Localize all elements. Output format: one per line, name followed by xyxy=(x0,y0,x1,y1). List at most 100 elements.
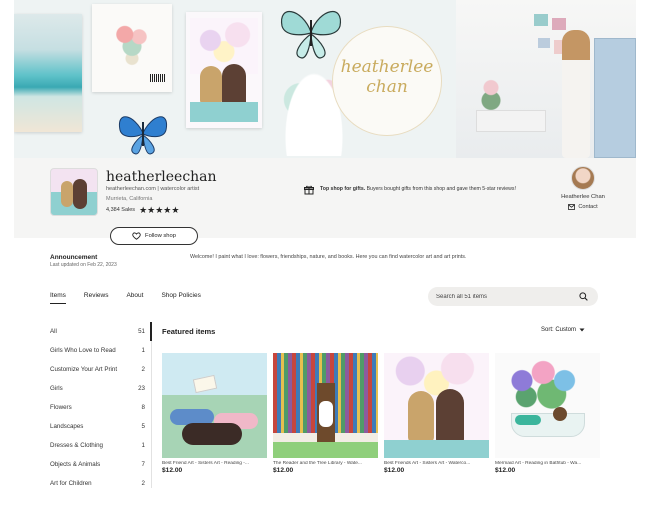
shop-avatar[interactable] xyxy=(50,168,98,216)
listing-card[interactable]: Best Friends Art - Sisters Art - Waterco… xyxy=(384,353,489,474)
reading-girl xyxy=(319,401,333,427)
search-input[interactable] xyxy=(436,293,579,300)
category-count: 1 xyxy=(141,442,145,449)
listing-image[interactable] xyxy=(162,353,267,458)
gift-icon xyxy=(304,185,314,195)
flowers-painting xyxy=(92,4,172,92)
category-art-for-children[interactable]: Art for Children 2 xyxy=(50,474,151,493)
announcement-date: Last updated on Feb 22, 2023 xyxy=(50,262,117,268)
search-icon[interactable] xyxy=(579,292,588,301)
category-count: 1 xyxy=(141,347,145,354)
listing-title[interactable]: Mermaid Art - Reading in Bathtub - Wa... xyxy=(495,461,600,466)
listing-title[interactable]: Best Friend Art - Sisters Art - Reading … xyxy=(162,461,267,466)
blue-cabinet xyxy=(594,38,636,158)
category-label: Objects & Animals xyxy=(50,461,101,468)
category-count: 2 xyxy=(141,366,145,373)
category-label: Girls xyxy=(50,385,63,392)
sisters-painting xyxy=(186,12,262,128)
sort-label: Sort: Custom xyxy=(541,327,577,333)
tab-items[interactable]: Items xyxy=(50,292,66,304)
gift-description: Buyers bought gifts from this shop and g… xyxy=(365,186,516,192)
listing-price: $12.00 xyxy=(273,467,294,474)
shop-tabs: Items Reviews About Shop Policies xyxy=(50,292,201,304)
category-label: Landscapes xyxy=(50,423,84,430)
listing-image[interactable] xyxy=(384,353,489,458)
featured-title: Featured items xyxy=(162,327,216,336)
category-label: All xyxy=(50,328,57,335)
category-girls-who-love-to-read[interactable]: Girls Who Love to Read 1 xyxy=(50,341,151,360)
shop-banner: heatherlee chan xyxy=(14,0,636,158)
shop-location: Murrieta, California xyxy=(106,196,153,202)
shop-subtitle: heatherleechan.com | watercolor artist xyxy=(106,186,200,192)
mail-icon xyxy=(568,204,576,210)
grass-ground xyxy=(273,442,378,458)
listing-image[interactable] xyxy=(495,353,600,458)
tab-shop-policies[interactable]: Shop Policies xyxy=(161,292,200,304)
star-rating[interactable]: ★★★★★ xyxy=(139,206,179,215)
blonde-girl xyxy=(200,66,222,106)
bouquet-image xyxy=(114,20,150,68)
fence xyxy=(190,102,258,122)
contact-label: Contact xyxy=(578,204,598,210)
contact-button[interactable]: Contact xyxy=(548,204,618,210)
category-count: 8 xyxy=(141,404,145,411)
category-count: 23 xyxy=(138,385,145,392)
category-label: Flowers xyxy=(50,404,72,411)
gift-text: Top shop for gifts. Buyers bought gifts … xyxy=(320,185,516,195)
caret-down-icon xyxy=(579,328,585,332)
search-box xyxy=(428,287,598,306)
sort-dropdown[interactable]: Sort: Custom xyxy=(541,327,585,333)
gift-bold: Top shop for gifts. xyxy=(320,186,366,192)
mermaid-hair xyxy=(553,407,567,421)
tab-reviews[interactable]: Reviews xyxy=(84,292,109,304)
listing-card[interactable]: The Reader and the Tree Library - Wate..… xyxy=(273,353,378,474)
blue-butterfly-icon xyxy=(118,116,168,155)
gift-badge: Top shop for gifts. Buyers bought gifts … xyxy=(304,185,534,195)
listing-card[interactable]: Mermaid Art - Reading in Bathtub - Wa...… xyxy=(495,353,600,474)
listing-price: $12.00 xyxy=(162,467,183,474)
barcode-marks xyxy=(150,74,166,82)
follow-label: Follow shop xyxy=(145,233,176,239)
category-dresses-clothing[interactable]: Dresses & Clothing 1 xyxy=(50,436,151,455)
category-count: 7 xyxy=(141,461,145,468)
owner-avatar[interactable] xyxy=(571,166,595,190)
logo-line-1: heatherlee xyxy=(340,57,434,77)
active-category-indicator xyxy=(150,322,152,341)
category-objects-animals[interactable]: Objects & Animals 7 xyxy=(50,455,151,474)
white-desk xyxy=(476,110,546,132)
announcement-title: Announcement xyxy=(50,254,98,261)
listing-card[interactable]: Best Friend Art - Sisters Art - Reading … xyxy=(162,353,267,474)
brunette-girl xyxy=(436,389,464,445)
category-label: Dresses & Clothing xyxy=(50,442,103,449)
category-customize-your-art-print[interactable]: Customize Your Art Print 2 xyxy=(50,360,151,379)
thumb-blonde xyxy=(61,181,73,207)
shop-owner: Heatherlee Chan Contact xyxy=(548,166,618,210)
category-label: Girls Who Love to Read xyxy=(50,347,116,354)
hair-shape xyxy=(182,423,242,445)
follow-shop-button[interactable]: Follow shop xyxy=(110,227,198,245)
logo-line-2: chan xyxy=(366,77,408,97)
category-girls[interactable]: Girls 23 xyxy=(50,379,151,398)
category-landscapes[interactable]: Landscapes 5 xyxy=(50,417,151,436)
blonde-girl xyxy=(408,391,434,443)
listing-image[interactable] xyxy=(273,353,378,458)
listing-price: $12.00 xyxy=(384,467,405,474)
sky-area xyxy=(190,18,258,74)
sales-count: 4,384 Sales xyxy=(106,207,136,213)
featured-grid: Best Friend Art - Sisters Art - Reading … xyxy=(162,353,600,474)
teal-butterfly-icon xyxy=(281,10,341,59)
tab-about[interactable]: About xyxy=(126,292,143,304)
category-count: 51 xyxy=(138,328,145,335)
shop-sales-rating: 4,384 Sales ★★★★★ xyxy=(106,206,179,215)
category-all[interactable]: All 51 xyxy=(50,322,151,341)
heart-icon xyxy=(132,232,141,240)
studio-photo xyxy=(456,0,636,158)
listing-title[interactable]: The Reader and the Tree Library - Wate..… xyxy=(273,461,378,466)
mermaid-tail xyxy=(515,415,541,425)
listing-title[interactable]: Best Friends Art - Sisters Art - Waterco… xyxy=(384,461,489,466)
category-flowers[interactable]: Flowers 8 xyxy=(50,398,151,417)
shop-info-band: heatherleechan heatherleechan.com | wate… xyxy=(14,158,636,238)
shop-name: heatherleechan xyxy=(106,169,217,185)
owner-name[interactable]: Heatherlee Chan xyxy=(548,194,618,200)
category-sidebar: All 51 Girls Who Love to Read 1 Customiz… xyxy=(50,322,152,488)
